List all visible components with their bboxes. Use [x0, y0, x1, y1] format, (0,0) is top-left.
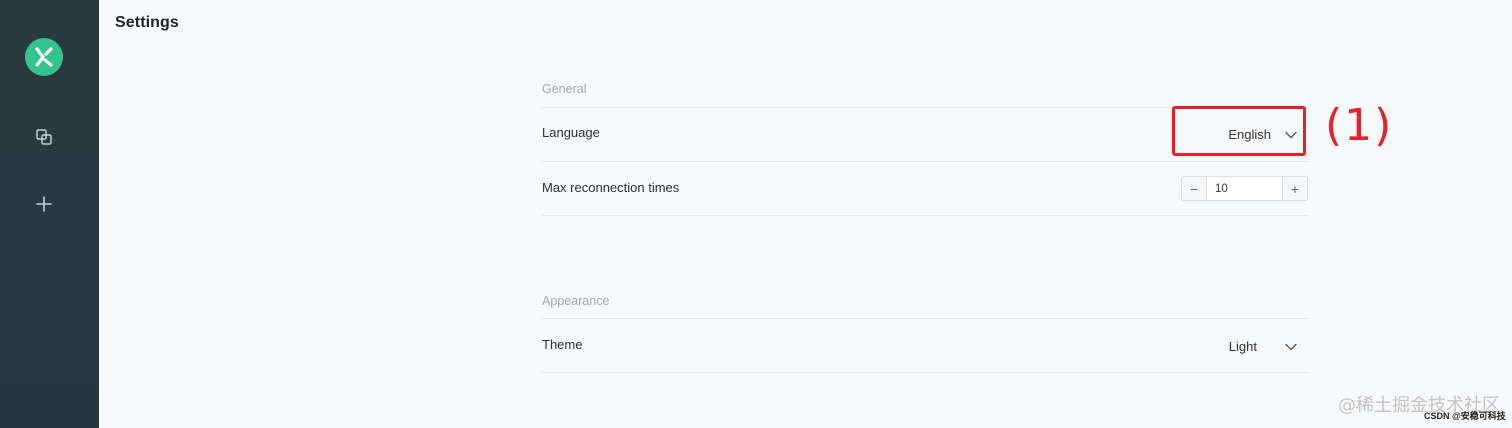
divider	[542, 107, 1309, 108]
app-window: Settings General Language English Max re…	[0, 0, 1512, 428]
theme-select[interactable]: Light	[1174, 332, 1307, 360]
theme-select-value: Light	[1228, 338, 1257, 354]
connections-icon[interactable]	[30, 123, 58, 151]
chevron-down-icon	[1285, 339, 1297, 354]
section-title-appearance: Appearance	[542, 294, 610, 308]
language-label: Language	[542, 125, 600, 140]
divider	[542, 161, 1309, 162]
app-logo-icon[interactable]	[25, 38, 63, 76]
increment-button[interactable]: +	[1282, 177, 1307, 200]
language-select[interactable]: English	[1174, 109, 1307, 157]
plus-icon[interactable]	[30, 190, 58, 218]
section-title-general: General	[542, 82, 587, 96]
page-title: Settings	[115, 14, 179, 31]
chevron-down-icon	[1285, 127, 1297, 142]
divider	[542, 318, 1309, 319]
max-reconnection-label: Max reconnection times	[542, 180, 680, 195]
annotation-label: (1)	[1325, 100, 1394, 151]
watermark-secondary: CSDN @安稳可科技	[1424, 411, 1506, 421]
decrement-button[interactable]: −	[1182, 177, 1207, 200]
language-select-value: English	[1228, 126, 1271, 142]
max-reconnection-stepper: − 10 +	[1181, 176, 1308, 201]
sidebar	[0, 0, 99, 428]
divider	[542, 215, 1309, 216]
theme-label: Theme	[542, 337, 583, 352]
divider	[542, 372, 1309, 373]
max-reconnection-input[interactable]: 10	[1207, 177, 1282, 200]
